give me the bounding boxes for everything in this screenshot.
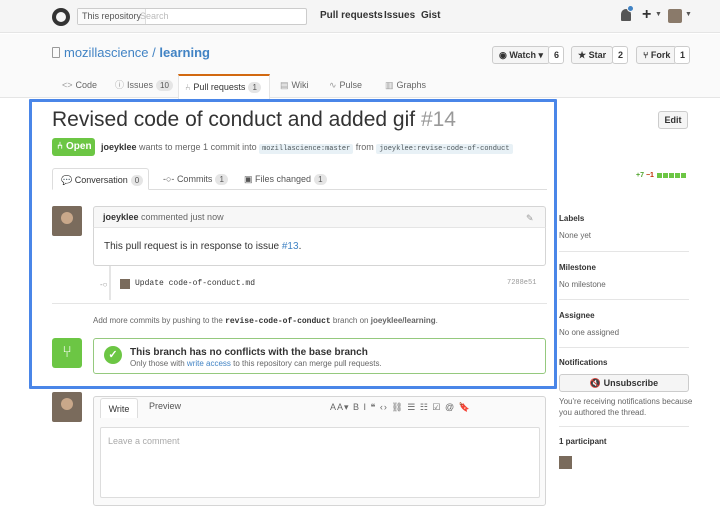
edit-button[interactable]: Edit — [658, 111, 688, 129]
repo-separator: / — [148, 45, 160, 60]
star-label: Star — [588, 50, 607, 60]
assignee-heading[interactable]: Assignee — [559, 311, 595, 320]
additions-count: +7 — [636, 172, 644, 179]
divider — [559, 426, 689, 427]
highlight-box — [29, 99, 557, 389]
pull-request-icon: ⑃ — [185, 82, 191, 92]
search-input[interactable]: This repository Search — [77, 8, 307, 25]
tab-label: Graphs — [396, 80, 427, 90]
repo-owner-link[interactable]: mozillascience — [64, 45, 149, 60]
chevron-down-icon[interactable]: ▼ — [685, 11, 692, 18]
graph-icon: ▥ — [385, 80, 394, 90]
tab-preview[interactable]: Preview — [149, 401, 181, 411]
notifications-heading: Notifications — [559, 358, 608, 367]
unsubscribe-label: Unsubscribe — [603, 378, 659, 388]
repo-name-link[interactable]: learning — [159, 45, 210, 60]
tab-wiki[interactable]: ▤ Wiki — [280, 77, 309, 98]
search-scope-label: This repository — [78, 9, 147, 24]
diff-bar — [656, 172, 662, 178]
eye-icon: ◉ — [499, 50, 510, 60]
tab-pulse[interactable]: ∿ Pulse — [329, 77, 362, 98]
labels-value: None yet — [559, 231, 592, 240]
unsubscribe-button[interactable]: 🔇 Unsubscribe — [559, 374, 689, 392]
deletions-count: −1 — [645, 172, 654, 179]
create-new-icon[interactable]: + — [642, 6, 651, 24]
participants-heading: 1 participant — [559, 437, 607, 446]
fork-button[interactable]: ⑂ Fork — [636, 46, 678, 64]
tab-label: Pulse — [339, 80, 363, 90]
issue-icon: ⓘ — [115, 80, 125, 90]
tab-label: Pull requests — [193, 82, 246, 92]
milestone-value: No milestone — [559, 280, 606, 289]
diff-bar — [674, 172, 680, 178]
tab-graphs[interactable]: ▥ Graphs — [385, 77, 426, 98]
comment-textarea[interactable]: Leave a comment — [100, 427, 540, 498]
avatar[interactable] — [52, 392, 82, 422]
star-button[interactable]: ★ Star — [571, 46, 614, 64]
nav-pull-requests[interactable]: Pull requests — [320, 10, 383, 21]
code-icon: <> — [62, 80, 73, 90]
github-logo-icon[interactable] — [52, 8, 70, 26]
star-icon: ★ — [578, 50, 589, 60]
repo-title: mozillascience / learning — [64, 45, 210, 60]
tab-issues[interactable]: ⓘ Issues 10 — [115, 77, 173, 98]
user-avatar[interactable] — [668, 9, 682, 23]
diff-bar — [680, 172, 686, 178]
search-placeholder: Search — [140, 11, 169, 21]
divider — [559, 251, 689, 252]
markdown-toolbar[interactable]: AA▾ B I ❝ ‹› ⛓ ☰ ☷ ☑ @ 🔖 — [330, 402, 471, 413]
notifications-note: You're receiving notifications because y… — [559, 397, 693, 417]
chevron-down-icon: ▾ — [536, 50, 544, 60]
nav-gist[interactable]: Gist — [421, 10, 440, 21]
milestone-heading[interactable]: Milestone — [559, 263, 596, 272]
assignee-value: No one assigned — [559, 328, 620, 337]
mute-icon: 🔇 — [589, 378, 604, 388]
star-count[interactable]: 2 — [612, 46, 628, 64]
pulse-icon: ∿ — [329, 80, 337, 90]
nav-issues[interactable]: Issues — [384, 10, 415, 21]
watch-count[interactable]: 6 — [548, 46, 564, 64]
diff-stat: +7 −1 — [636, 172, 686, 179]
tab-count: 10 — [156, 80, 173, 91]
wiki-icon: ▤ — [280, 80, 289, 90]
unread-indicator-icon — [627, 5, 634, 12]
tab-label: Issues — [127, 80, 154, 90]
fork-count[interactable]: 1 — [674, 46, 690, 64]
tab-label: Code — [75, 80, 98, 90]
watch-button[interactable]: ◉ Watch ▾ — [492, 46, 551, 64]
fork-icon: ⑂ — [643, 50, 651, 60]
divider — [559, 347, 689, 348]
divider — [559, 299, 689, 300]
fork-label: Fork — [650, 50, 671, 60]
tab-count: 1 — [248, 82, 261, 93]
tab-write[interactable]: Write — [100, 398, 138, 418]
participant-avatar[interactable] — [559, 456, 572, 469]
repo-icon — [52, 47, 60, 58]
tab-pull-requests[interactable]: ⑃ Pull requests 1 — [178, 74, 270, 99]
watch-label: Watch — [509, 50, 537, 60]
tab-code[interactable]: <> Code — [62, 77, 97, 98]
labels-heading[interactable]: Labels — [559, 214, 584, 223]
diff-bar — [662, 172, 668, 178]
chevron-down-icon[interactable]: ▼ — [655, 11, 662, 18]
diff-bar — [668, 172, 674, 178]
tab-label: Wiki — [291, 80, 309, 90]
